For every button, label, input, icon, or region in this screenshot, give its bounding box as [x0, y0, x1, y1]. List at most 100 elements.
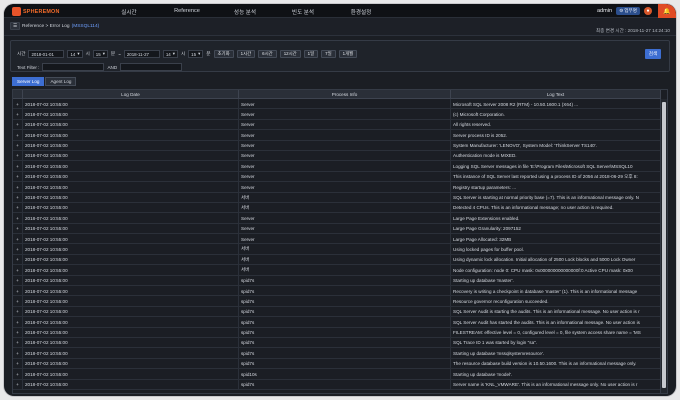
- table-row[interactable]: +2018-07-02 10:55:00 서버 SQL Server is star…: [13, 192, 661, 203]
- tab-server-log[interactable]: Server Log: [12, 77, 45, 86]
- expand-row-icon[interactable]: +: [13, 234, 23, 245]
- table-row[interactable]: +2018-07-02 10:55:00 Server Large Page Ext…: [13, 213, 661, 224]
- nav-item-settings[interactable]: 환경설정: [332, 8, 390, 16]
- expand-row-icon[interactable]: +: [13, 286, 23, 297]
- start-hour-select[interactable]: 14 ▾: [67, 50, 83, 58]
- end-hour-select[interactable]: 14 ▾: [162, 50, 178, 58]
- table-row[interactable]: +2018-07-02 10:55:00 Server This instance …: [13, 171, 661, 183]
- table-row[interactable]: +2018-07-02 10:55:00 서버 Detected 4 CPUs. T…: [13, 202, 661, 214]
- start-date-input[interactable]: 2018-01-01: [28, 50, 65, 58]
- range-1h-button[interactable]: 1시간: [236, 50, 256, 58]
- expand-row-icon[interactable]: +: [13, 213, 23, 224]
- table-row[interactable]: +2018-07-02 10:55:00 spid10s Starting up d…: [13, 369, 661, 380]
- table-row[interactable]: +2018-07-02 10:55:00 spid7s FILESTREAM: ef…: [13, 327, 661, 338]
- tab-agent-log[interactable]: Agent Log: [45, 77, 77, 86]
- table-row[interactable]: +2018-07-02 10:55:00 spid7s Starting up da…: [13, 348, 661, 359]
- table-row[interactable]: +2018-07-02 10:55:00 Server Microsoft SQL …: [13, 99, 661, 110]
- table-row[interactable]: +2018-07-02 10:55:00 Server Large Page All…: [13, 234, 661, 245]
- range-7d-button[interactable]: 7일: [321, 50, 336, 58]
- range-1m-button[interactable]: 1개월: [338, 50, 358, 58]
- expand-row-icon[interactable]: +: [13, 99, 23, 109]
- table-row[interactable]: +2018-07-02 10:55:00 Server Server process…: [13, 130, 661, 141]
- expand-row-icon[interactable]: +: [13, 244, 23, 255]
- notification-bell-icon[interactable]: 🔔: [658, 4, 676, 18]
- expand-row-icon[interactable]: +: [13, 337, 23, 348]
- log-text-cell: Large Page Allocated: 32MB: [451, 234, 661, 245]
- vertical-scrollbar[interactable]: [660, 99, 667, 393]
- table-row[interactable]: +2018-07-02 10:55:00 Server Registry start…: [13, 182, 661, 193]
- process-info-cell: spid7s: [239, 337, 451, 348]
- table-row[interactable]: +2018-07-02 10:55:00 spid7s The resource d…: [13, 358, 661, 370]
- expand-row-icon[interactable]: +: [13, 192, 23, 203]
- nav-item-realtime[interactable]: 실시간: [100, 8, 158, 16]
- nav-item-reference[interactable]: Reference: [158, 8, 216, 16]
- range-12h-button[interactable]: 12시간: [279, 50, 301, 58]
- expand-row-icon[interactable]: +: [13, 182, 23, 193]
- expand-row-icon[interactable]: +: [13, 327, 23, 338]
- last-refresh-time: 최종 변경 시간 : 2018-11-27 14:24:10: [595, 28, 670, 33]
- expand-row-icon[interactable]: +: [13, 140, 23, 151]
- menu-toggle-icon[interactable]: ☰: [10, 22, 20, 30]
- expand-row-icon[interactable]: +: [13, 348, 23, 359]
- nav-item-frequency-analysis[interactable]: 빈도 분석: [274, 8, 332, 16]
- expand-row-icon[interactable]: +: [13, 223, 23, 234]
- expand-row-icon[interactable]: +: [13, 275, 23, 286]
- table-row[interactable]: +2018-07-02 10:55:00 Server System Manufac…: [13, 140, 661, 151]
- table-row[interactable]: +2018-07-02 10:55:00 spid7s SQL Trace ID 1…: [13, 337, 661, 349]
- expand-row-icon[interactable]: +: [13, 265, 23, 276]
- expand-row-icon[interactable]: +: [13, 306, 23, 317]
- expand-row-icon[interactable]: +: [13, 369, 23, 380]
- expand-row-icon[interactable]: +: [13, 379, 23, 390]
- nav-item-performance-analysis[interactable]: 성능 분석: [216, 8, 274, 16]
- column-header-log-date[interactable]: Log Date: [23, 90, 239, 99]
- expand-row-icon[interactable]: +: [13, 171, 23, 182]
- table-row[interactable]: +2018-07-02 10:55:00 spid7s SQL Server Aud…: [13, 317, 661, 328]
- table-row[interactable]: +2018-07-02 10:55:00 서버 Using locked pages…: [13, 244, 661, 255]
- text-filter-input-2[interactable]: [120, 63, 183, 71]
- table-row[interactable]: +2018-07-02 10:55:00 spid7s SQL Server Aud…: [13, 306, 661, 318]
- column-header-log-text[interactable]: Log Text: [451, 90, 661, 99]
- log-tabs: Server Log Agent Log: [12, 77, 77, 86]
- table-row[interactable]: +2018-07-02 10:55:00 Server All rights res…: [13, 119, 661, 131]
- logo[interactable]: SPHEREMON: [12, 7, 60, 16]
- expand-row-icon[interactable]: +: [13, 161, 23, 172]
- table-row[interactable]: +2018-07-02 10:55:00 서버 Using dynamic lock…: [13, 254, 661, 266]
- range-1d-button[interactable]: 1일: [303, 50, 319, 58]
- log-text-cell: Logging SQL Server messages in file 'E:\…: [451, 161, 661, 172]
- column-header-process-info[interactable]: Process Info: [239, 90, 451, 99]
- task-name-button[interactable]: ⚙ 업무명: [616, 7, 640, 15]
- log-text-cell: SQL Server Audit has started the audits.…: [451, 317, 661, 328]
- expand-row-icon[interactable]: +: [13, 109, 23, 120]
- process-info-cell: spid7s: [239, 379, 451, 390]
- expand-row-icon[interactable]: +: [13, 296, 23, 307]
- table-row[interactable]: +2018-07-02 10:55:00 Server Authentication…: [13, 150, 661, 162]
- scrollbar-thumb[interactable]: [662, 102, 666, 388]
- table-row[interactable]: +2018-07-02 10:55:00 spid7s Resource gover…: [13, 296, 661, 307]
- table-row[interactable]: +2018-07-02 10:55:00 Server Large Page Gra…: [13, 223, 661, 235]
- user-avatar-icon[interactable]: ●: [644, 7, 652, 15]
- expand-row-icon[interactable]: +: [13, 358, 23, 369]
- log-text-cell: Using dynamic lock allocation. Initial a…: [451, 254, 661, 265]
- end-minute-select[interactable]: 15 ▾: [188, 50, 204, 58]
- expand-row-icon[interactable]: +: [13, 317, 23, 328]
- expand-row-icon[interactable]: +: [13, 254, 23, 265]
- table-row[interactable]: +2018-07-02 10:55:00 Server (c) Microsoft …: [13, 109, 661, 120]
- table-row[interactable]: +2018-07-02 10:55:00 Server Logging SQL Se…: [13, 161, 661, 172]
- table-row[interactable]: +2018-07-02 10:55:00 spid7s Starting up da…: [13, 275, 661, 287]
- expand-row-icon[interactable]: +: [13, 119, 23, 130]
- table-row[interactable]: +2018-07-02 10:55:00 spid7s Server name is…: [13, 379, 661, 390]
- expand-row-icon[interactable]: +: [13, 150, 23, 161]
- expand-row-icon[interactable]: +: [13, 202, 23, 213]
- chevron-down-icon: ▾: [198, 51, 201, 56]
- start-minute-select[interactable]: 15 ▾: [92, 50, 108, 58]
- end-date-input[interactable]: 2018-11-27: [123, 50, 160, 58]
- process-info-cell: spid7s: [239, 275, 451, 286]
- search-button[interactable]: 검색: [645, 49, 661, 59]
- table-row[interactable]: +2018-07-02 10:55:00 서버 Node configuration…: [13, 265, 661, 276]
- process-info-cell: Server: [239, 213, 451, 224]
- text-filter-input-1[interactable]: [42, 63, 105, 71]
- table-row[interactable]: +2018-07-02 10:55:00 spid7s Recovery is wr…: [13, 286, 661, 297]
- reset-button[interactable]: 초기화: [213, 50, 234, 58]
- range-6h-button[interactable]: 6시간: [258, 50, 277, 58]
- expand-row-icon[interactable]: +: [13, 130, 23, 141]
